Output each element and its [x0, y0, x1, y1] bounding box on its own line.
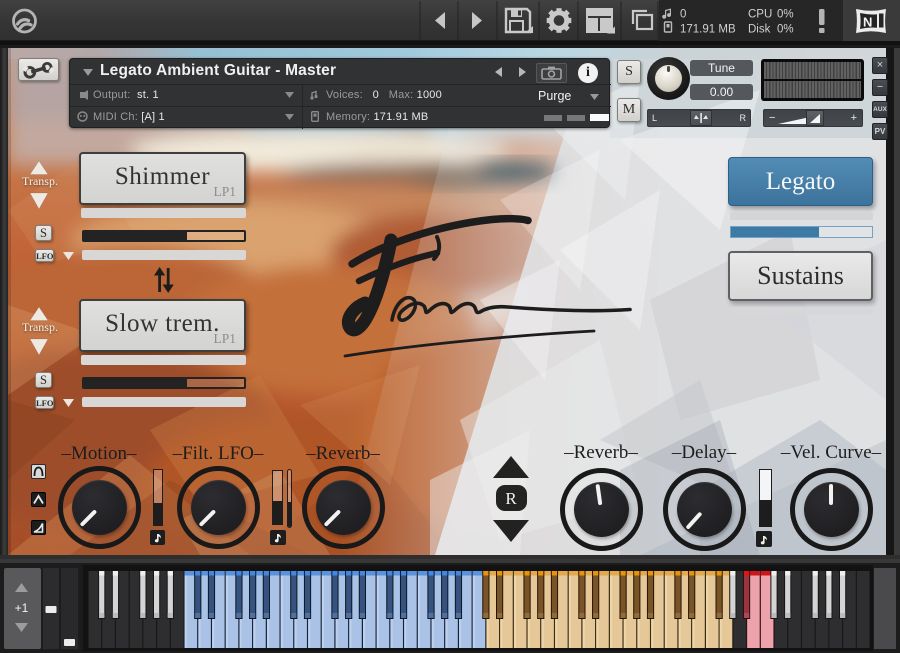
svg-text:+1: +1: [15, 601, 29, 615]
